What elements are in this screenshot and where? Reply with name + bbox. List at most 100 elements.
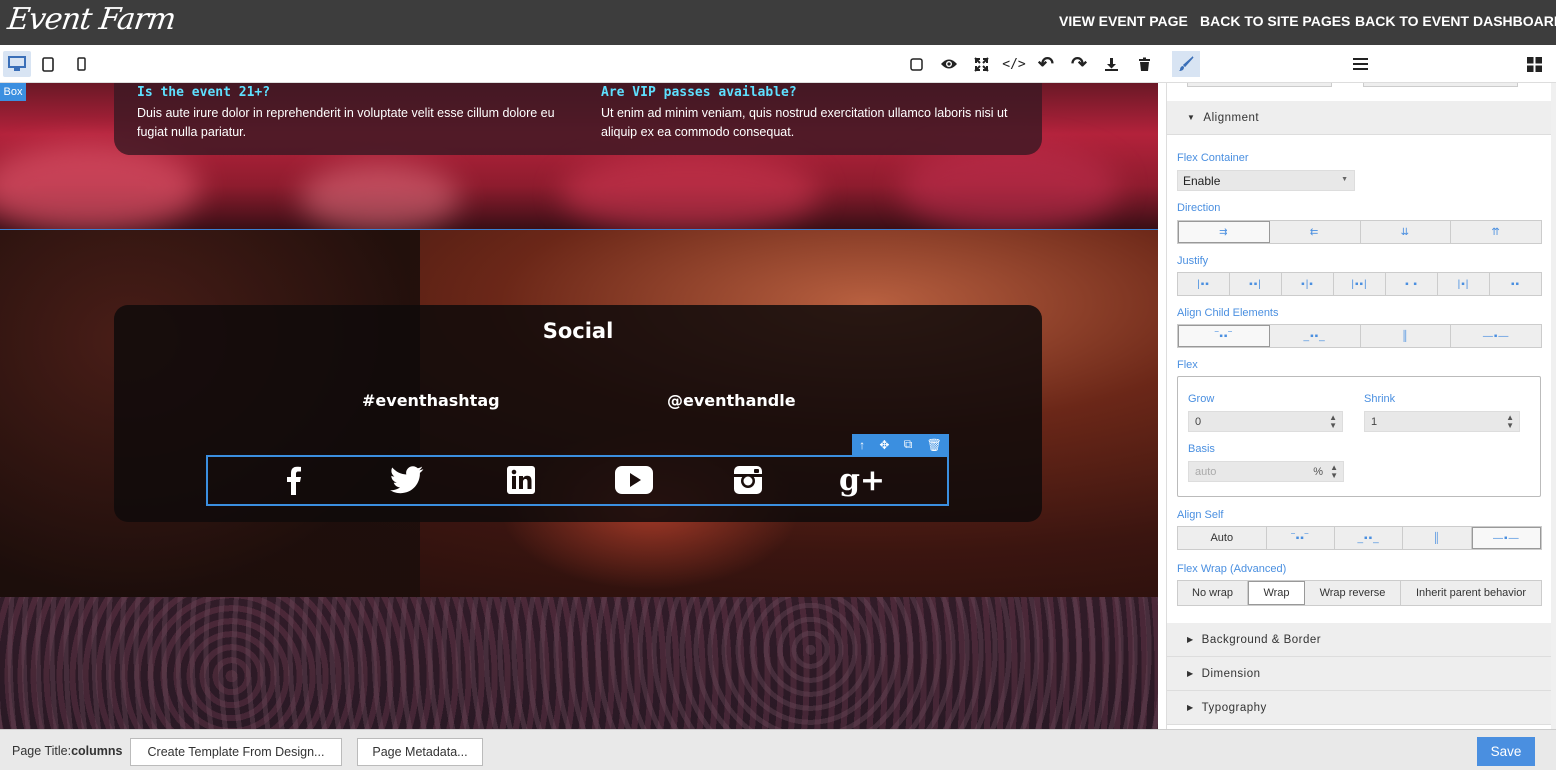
direction-column-option[interactable]: ⇊ (1361, 221, 1452, 243)
flex-container-select[interactable]: Enable ▼ (1177, 170, 1355, 191)
back-to-site-pages-link[interactable]: BACK TO SITE PAGES (1200, 13, 1350, 29)
faq-box[interactable]: Is the event 21+? Duis aute irure dolor … (114, 83, 1042, 155)
view-event-page-link[interactable]: VIEW EVENT PAGE (1059, 13, 1188, 29)
style-manager-panel: ▼ Alignment Flex Container Enable ▼ Dire… (1166, 83, 1556, 729)
faq-section[interactable]: Is the event 21+? Duis aute irure dolor … (0, 83, 1158, 233)
eye-icon[interactable] (936, 51, 962, 77)
paintbrush-icon[interactable] (1172, 51, 1200, 77)
tablet-icon[interactable] (35, 51, 61, 77)
shrink-value: 1 (1371, 416, 1378, 428)
flex-label: Flex (1177, 359, 1198, 371)
align-self-auto-option[interactable]: Auto (1178, 527, 1267, 549)
align-self-start-option[interactable]: ‾▪▪‾ (1267, 527, 1335, 549)
align-center-option[interactable]: —▪— (1451, 325, 1541, 347)
align-self-end-option[interactable]: _▪▪_ (1335, 527, 1404, 549)
faq-answer-2: Ut enim ad minim veniam, quis nostrud ex… (601, 106, 1008, 139)
twitter-icon[interactable] (388, 461, 426, 499)
trash-icon[interactable] (1131, 51, 1157, 77)
alignment-section-header[interactable]: ▼ Alignment (1167, 101, 1551, 135)
flex-properties-box: Grow 0 ▲ ▼ Shrink 1 ▲ ▼ Basis auto % ▲ ▼ (1177, 376, 1541, 497)
move-icon[interactable]: ✥ (879, 438, 889, 452)
align-self-center-option[interactable]: —▪— (1471, 527, 1541, 549)
square-icon[interactable] (903, 51, 929, 77)
page-canvas[interactable]: Is the event 21+? Duis aute irure dolor … (0, 83, 1158, 729)
dimension-section-header[interactable]: ▶ Dimension (1167, 657, 1551, 691)
align-self-options: Auto ‾▪▪‾ _▪▪_ ║ —▪— (1177, 526, 1542, 550)
prev-field-2 (1363, 83, 1518, 87)
background-border-section-header[interactable]: ▶ Background & Border (1167, 623, 1551, 657)
justify-start-option[interactable]: |▪▪ (1178, 273, 1230, 295)
align-child-options: ‾▪▪‾ _▪▪_ ║ —▪— (1177, 324, 1542, 348)
basis-input[interactable]: auto % ▲ ▼ (1188, 461, 1344, 482)
typography-section-header[interactable]: ▶ Typography (1167, 691, 1551, 725)
basis-unit[interactable]: % (1313, 466, 1323, 478)
caret-down-icon: ▼ (1187, 113, 1196, 122)
selection-toolbar: ↑ ✥ ⧉ 🗑 (852, 434, 949, 455)
redo-icon[interactable]: ↷ (1066, 51, 1092, 77)
align-start-option[interactable]: ‾▪▪‾ (1178, 325, 1270, 347)
trash-icon[interactable]: 🗑 (927, 438, 942, 452)
download-icon[interactable] (1098, 51, 1124, 77)
event-farm-logo[interactable]: Event Farm (6, 2, 178, 37)
mobile-icon[interactable] (68, 51, 94, 77)
editor-toolbar: </> ↶ ↷ (0, 45, 1166, 83)
direction-row-option[interactable]: ⇉ (1178, 221, 1270, 243)
grow-input[interactable]: 0 ▲ ▼ (1188, 411, 1343, 432)
no-wrap-option[interactable]: No wrap (1178, 581, 1248, 605)
align-self-auto-label: Auto (1210, 532, 1234, 544)
copy-icon[interactable]: ⧉ (904, 437, 913, 452)
instagram-icon[interactable] (731, 461, 765, 499)
stepper-icon[interactable]: ▲ ▼ (1330, 464, 1338, 480)
basis-label: Basis (1188, 443, 1215, 455)
page-metadata-button[interactable]: Page Metadata... (357, 738, 483, 766)
create-template-button[interactable]: Create Template From Design... (130, 738, 342, 766)
shrink-input[interactable]: 1 ▲ ▼ (1364, 411, 1520, 432)
undo-icon[interactable]: ↶ (1033, 51, 1059, 77)
wrap-reverse-option[interactable]: Wrap reverse (1305, 581, 1401, 605)
social-section[interactable]: Social #eventhashtag @eventhandle (0, 229, 1158, 598)
justify-center-option[interactable]: |▪▪| (1334, 273, 1386, 295)
caret-right-icon: ▶ (1187, 669, 1194, 678)
faq-answer-1: Duis aute irure dolor in reprehenderit i… (137, 106, 555, 139)
align-child-label: Align Child Elements (1177, 307, 1279, 319)
align-end-option[interactable]: _▪▪_ (1270, 325, 1361, 347)
facebook-icon[interactable] (282, 461, 306, 499)
code-icon[interactable]: </> (1001, 51, 1027, 77)
panel-scrollbar[interactable] (1551, 83, 1556, 729)
stepper-icon[interactable]: ▲ ▼ (1506, 414, 1514, 430)
bottom-bar: Page Title:columns Create Template From … (0, 729, 1556, 770)
event-handle: @eventhandle (667, 391, 796, 410)
event-hashtag: #eventhashtag (362, 391, 500, 410)
stepper-icon[interactable]: ▲ ▼ (1329, 414, 1337, 430)
box-badge: Box (0, 83, 26, 101)
social-icons-row[interactable] (206, 455, 949, 506)
justify-end-option[interactable]: ▪▪| (1230, 273, 1282, 295)
youtube-icon[interactable] (613, 461, 655, 499)
justify-space-between-option[interactable]: ▪|▪ (1282, 273, 1334, 295)
caret-right-icon: ▶ (1187, 635, 1194, 644)
save-button[interactable]: Save (1477, 737, 1535, 766)
layers-icon[interactable] (1347, 51, 1373, 77)
justify-space-evenly-option[interactable]: |▪| (1438, 273, 1490, 295)
crowd-section[interactable] (0, 597, 1158, 729)
fullscreen-icon[interactable] (968, 51, 994, 77)
google-plus-icon[interactable]: g+ (839, 461, 885, 499)
blocks-icon[interactable] (1521, 51, 1547, 77)
direction-column-reverse-option[interactable]: ⇈ (1451, 221, 1541, 243)
direction-row-reverse-option[interactable]: ⇇ (1270, 221, 1361, 243)
arrow-up-icon[interactable]: ↑ (859, 438, 865, 452)
justify-label: Justify (1177, 255, 1209, 267)
chevron-down-icon: ▼ (1341, 176, 1348, 183)
justify-stretch-option[interactable]: ▪▪ (1490, 273, 1541, 295)
desktop-icon[interactable] (3, 51, 31, 77)
justify-space-around-option[interactable]: ▪ ▪ (1386, 273, 1438, 295)
wrap-option[interactable]: Wrap (1248, 581, 1305, 605)
align-stretch-option[interactable]: ║ (1361, 325, 1452, 347)
back-to-event-dashboard-link[interactable]: BACK TO EVENT DASHBOARD (1355, 13, 1556, 29)
linkedin-icon[interactable] (505, 461, 537, 499)
inherit-parent-option[interactable]: Inherit parent behavior (1401, 581, 1541, 605)
social-title: Social (542, 319, 614, 343)
align-self-stretch-option[interactable]: ║ (1403, 527, 1472, 549)
justify-options: |▪▪ ▪▪| ▪|▪ |▪▪| ▪ ▪ |▪| ▪▪ (1177, 272, 1542, 296)
page-title: Page Title:columns (12, 744, 122, 758)
